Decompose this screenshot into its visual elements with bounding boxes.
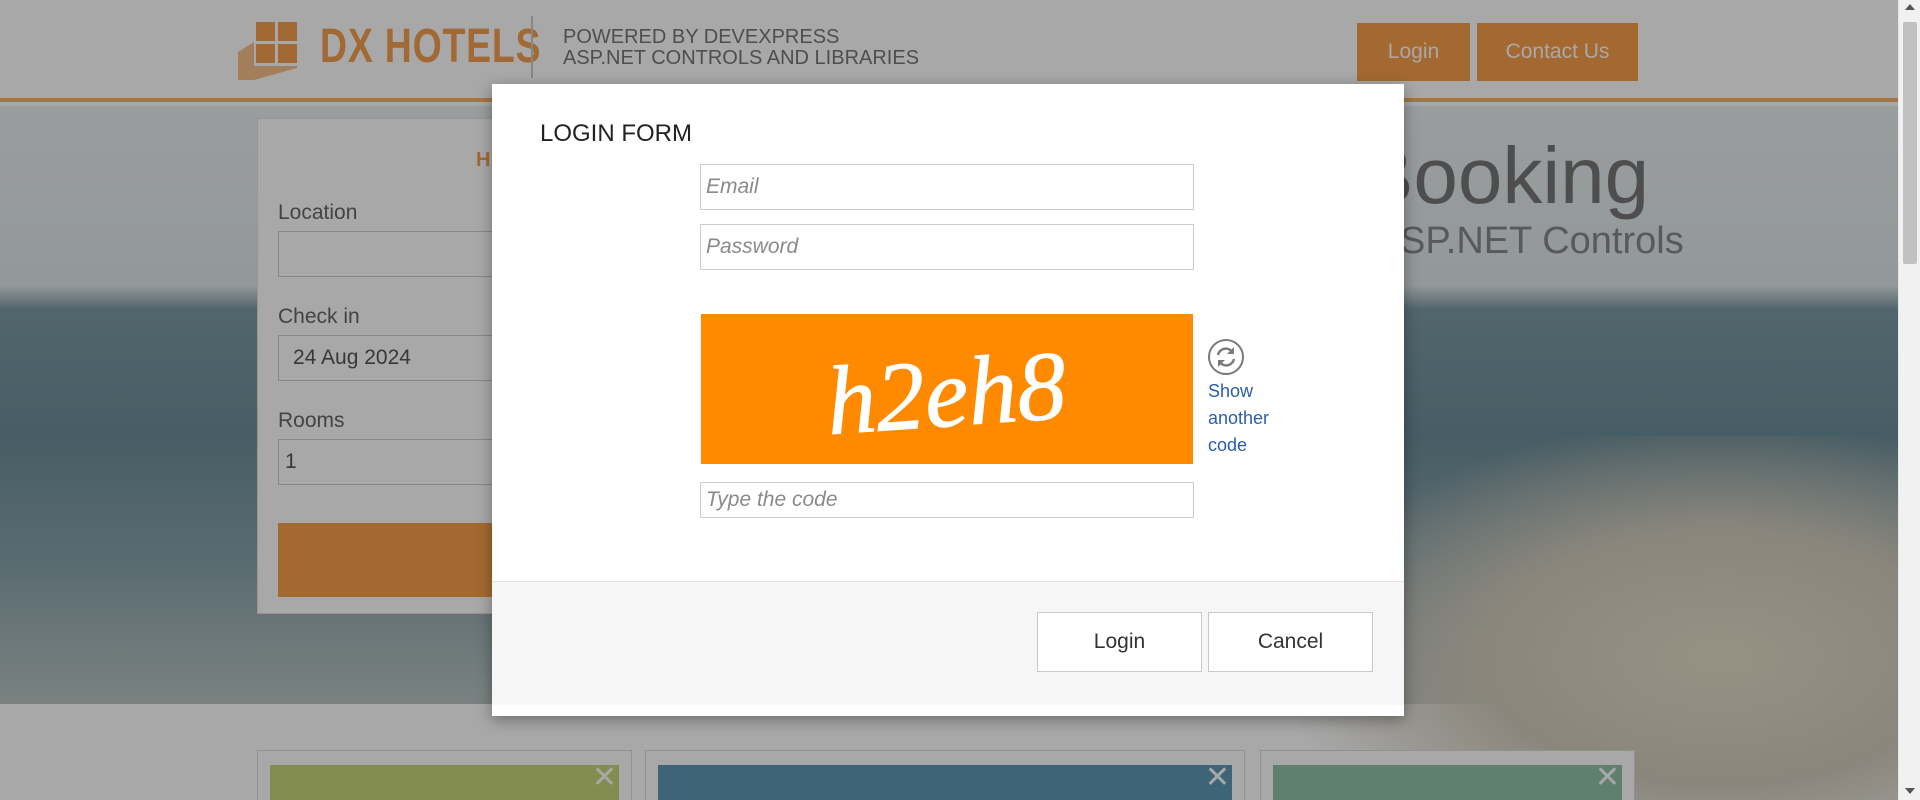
captcha-text: h2eh8: [823, 332, 1069, 456]
cancel-button[interactable]: Cancel: [1208, 612, 1373, 672]
modal-footer: Login Cancel: [492, 581, 1404, 705]
captcha-image: h2eh8: [701, 314, 1193, 464]
scroll-thumb[interactable]: [1903, 22, 1917, 264]
login-button[interactable]: Login: [1037, 612, 1202, 672]
scroll-up-arrow-icon[interactable]: [1905, 4, 1915, 10]
page-scrollbar[interactable]: [1898, 0, 1920, 800]
scroll-down-arrow-icon[interactable]: [1905, 788, 1915, 794]
password-input[interactable]: [700, 224, 1194, 270]
refresh-icon[interactable]: [1207, 338, 1245, 376]
show-another-code-link[interactable]: Show another code: [1208, 378, 1298, 459]
email-input[interactable]: [700, 164, 1194, 210]
modal-title: LOGIN FORM: [540, 120, 693, 147]
captcha-code-input[interactable]: [700, 482, 1194, 518]
login-modal: LOGIN FORM h2eh8 Show another code Login…: [492, 84, 1404, 716]
